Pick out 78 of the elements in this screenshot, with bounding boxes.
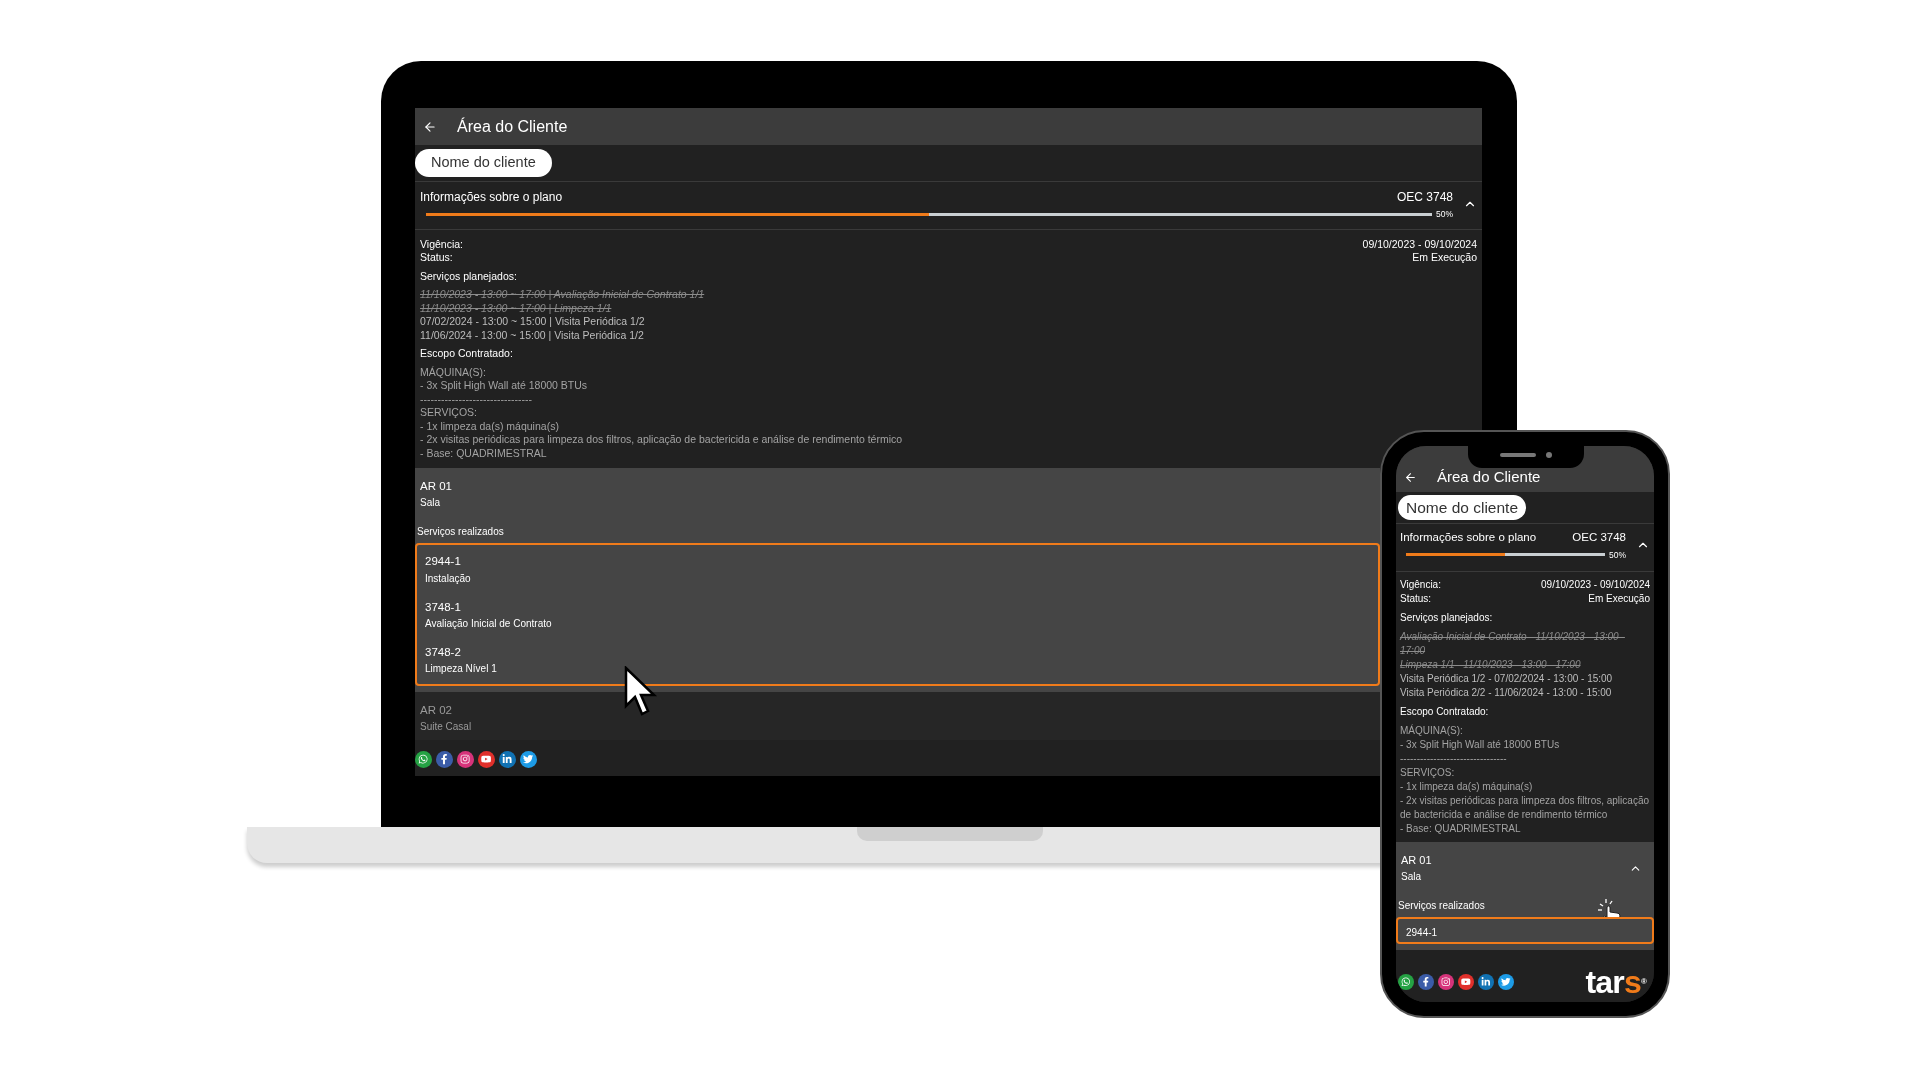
- planned-service: 11/10/2023 - 13:00 ~ 17:00 | Limpeza 1/1: [420, 301, 612, 315]
- progress-percent: 50%: [1609, 548, 1626, 562]
- scope-line: MÁQUINA(S):: [420, 365, 486, 379]
- service-name: Limpeza Nível 1: [425, 662, 497, 676]
- unit-room: Suite Casal: [420, 720, 472, 735]
- play-icon[interactable]: [1458, 974, 1474, 990]
- client-name-pill: Nome do cliente: [415, 149, 552, 177]
- scope-line: - Base: QUADRIMESTRAL: [420, 446, 547, 460]
- service-code[interactable]: 3748-2: [425, 643, 461, 661]
- unit-panel[interactable]: AR 01 Sala Serviços realizados 2944-1: [1396, 842, 1654, 950]
- unit-panel[interactable]: AR 02 Suite Casal: [415, 692, 1380, 741]
- scope-line: SERVIÇOS:: [1400, 766, 1455, 781]
- service-code[interactable]: 2944-1: [425, 553, 461, 571]
- field-value: 09/10/2023 - 09/10/2024: [1362, 237, 1477, 251]
- camera-icon[interactable]: [1438, 974, 1454, 990]
- field-label: Status:: [420, 251, 453, 265]
- client-name-pill: Nome do cliente: [1398, 495, 1526, 521]
- scope-line: - Base: QUADRIMESTRAL: [1400, 822, 1521, 837]
- planned-service: Visita Periódica 2/2 - 11/06/2024 - 13:00 - 15:00: [1400, 686, 1612, 701]
- planned-service: 11/06/2024 - 13:00 ~ 15:00 | Visita Periódica 1/2: [420, 328, 644, 342]
- service-name: Instalação: [425, 571, 471, 586]
- scope-line: - 3x Split High Wall até 18000 BTUs: [1400, 738, 1560, 753]
- camera-icon[interactable]: [457, 751, 474, 768]
- field-label: Vigência:: [420, 237, 463, 251]
- field-value: 09/10/2023 - 09/10/2024: [1541, 578, 1650, 593]
- unit-room: Sala: [420, 496, 441, 511]
- services-title: Serviços realizados: [416, 525, 505, 540]
- plan-header[interactable]: Informações sobre o plano OEC 3748 50%: [1396, 523, 1654, 573]
- plan-code: OEC 3748: [1396, 188, 1453, 206]
- services-title: Serviços realizados: [1397, 898, 1486, 913]
- field-value: Em Execução: [1412, 251, 1477, 265]
- section-title: Serviços planejados:: [420, 269, 517, 283]
- plan-title: Informações sobre o plano: [1400, 530, 1537, 546]
- scope-line: SERVIÇOS:: [420, 406, 477, 420]
- scope-line: - 1x limpeza da(s) máquina(s): [1400, 780, 1533, 795]
- scope-line: --------------------------------: [420, 392, 532, 406]
- chat-bubble-icon[interactable]: [415, 751, 432, 768]
- planned-service: Limpeza 1/1 - 11/10/2023 - 13:00 - 17:00: [1400, 658, 1581, 673]
- screen-title: Área do Cliente: [457, 116, 568, 137]
- unit-name: AR 01: [1401, 853, 1432, 869]
- planned-service: Visita Periódica 1/2 - 07/02/2024 - 13:00 - 15:00: [1400, 672, 1613, 687]
- plan-code: OEC 3748: [1572, 530, 1626, 546]
- service-name: Avaliação Inicial de Contrato: [425, 616, 552, 631]
- planned-service: 07/02/2024 - 13:00 ~ 15:00 | Visita Periódica 1/2: [420, 315, 645, 329]
- logo: tars®: [1585, 966, 1648, 998]
- planned-service: Avaliação Inicial de Contrato - 11/10/2023 - 13:00 - 17:00: [1400, 630, 1626, 659]
- service-code[interactable]: 2944-1: [1406, 924, 1438, 940]
- letter-f-icon[interactable]: [436, 751, 453, 768]
- field-value: Em Execução: [1588, 592, 1650, 607]
- section-title: Escopo Contratado:: [420, 347, 513, 361]
- unit-room: Sala: [1401, 869, 1422, 884]
- play-icon[interactable]: [478, 751, 495, 768]
- planned-service: 11/10/2023 - 13:00 ~ 17:00 | Avaliação Inicial de Contrato 1/1: [420, 288, 705, 302]
- progress-percent: 50%: [1436, 207, 1453, 221]
- scope-line: - 2x visitas periódicas para limpeza dos filtros, aplicação de bactericida e análise de rendimento térmico: [420, 433, 903, 447]
- chat-bubble-icon[interactable]: [1398, 974, 1414, 990]
- plan-header[interactable]: Informações sobre o plano OEC 3748 50%: [415, 180, 1482, 230]
- scope-line: - 3x Split High Wall até 18000 BTUs: [420, 379, 588, 393]
- linkedin-icon[interactable]: [499, 751, 516, 768]
- section-title: Escopo Contratado:: [1400, 705, 1489, 720]
- letter-f-icon[interactable]: [1418, 974, 1434, 990]
- service-code[interactable]: 3748-1: [425, 598, 461, 616]
- bird-icon[interactable]: [1498, 974, 1514, 990]
- back-arrow-icon[interactable]: [1404, 470, 1417, 484]
- scope-line: MÁQUINA(S):: [1400, 724, 1463, 739]
- unit-name: AR 01: [420, 479, 452, 494]
- scope-line: - 2x visitas periódicas para limpeza dos filtros, aplicação de bactericida e análise de rendimento térmico: [1400, 794, 1650, 823]
- scope-line: --------------------------------: [1400, 752, 1507, 767]
- linkedin-icon[interactable]: [1478, 974, 1494, 990]
- bird-icon[interactable]: [520, 751, 537, 768]
- scope-line: - 1x limpeza da(s) máquina(s): [420, 419, 559, 433]
- field-label: Vigência:: [1400, 578, 1441, 593]
- unit-name: AR 02: [420, 703, 453, 718]
- unit-panel[interactable]: AR 01 Sala Serviços realizados 2944-1 Instalação 3748-1 Avaliação Inicial de Contrato 3748-2 Limpeza Nível 1: [415, 468, 1380, 692]
- field-label: Status:: [1400, 592, 1432, 607]
- screen-title: Área do Cliente: [1437, 466, 1541, 487]
- section-title: Serviços planejados:: [1400, 611, 1493, 626]
- plan-title: Informações sobre o plano: [420, 188, 563, 206]
